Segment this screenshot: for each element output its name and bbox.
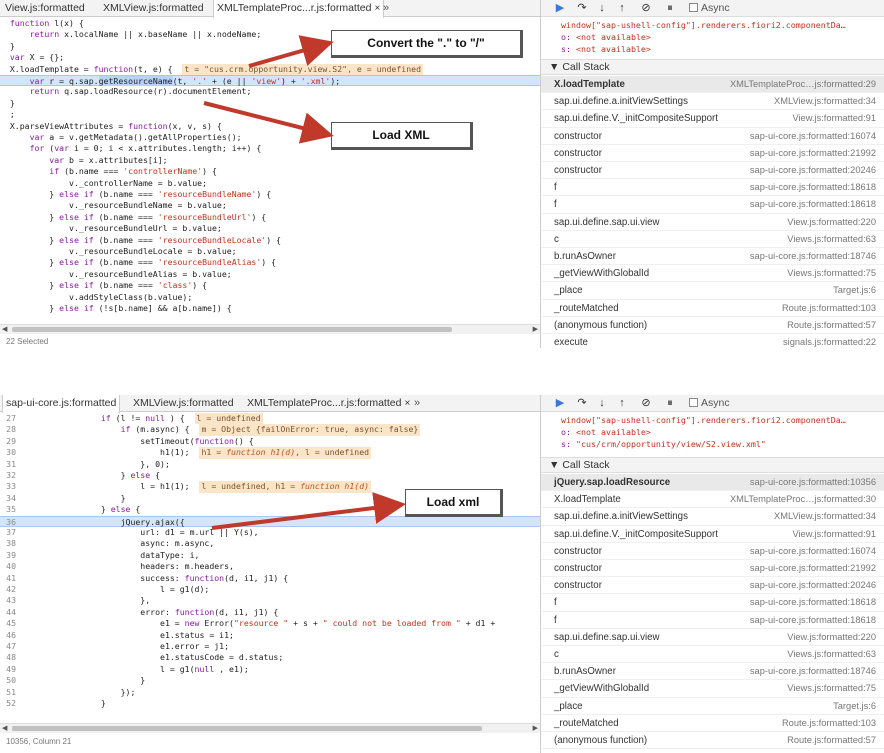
annotation-arrows — [211, 492, 406, 530]
arrow-to-convert — [248, 35, 334, 68]
bottom-debugger-panel: sap-ui-core.js:formatted XMLView.js:form… — [0, 395, 884, 753]
arrow-to-load-xml — [203, 101, 334, 144]
top-debugger-panel: View.js:formatted XMLView.js:formatted X… — [0, 0, 884, 348]
arrow-to-load-xml — [211, 492, 406, 530]
annotation-arrows — [203, 35, 334, 144]
